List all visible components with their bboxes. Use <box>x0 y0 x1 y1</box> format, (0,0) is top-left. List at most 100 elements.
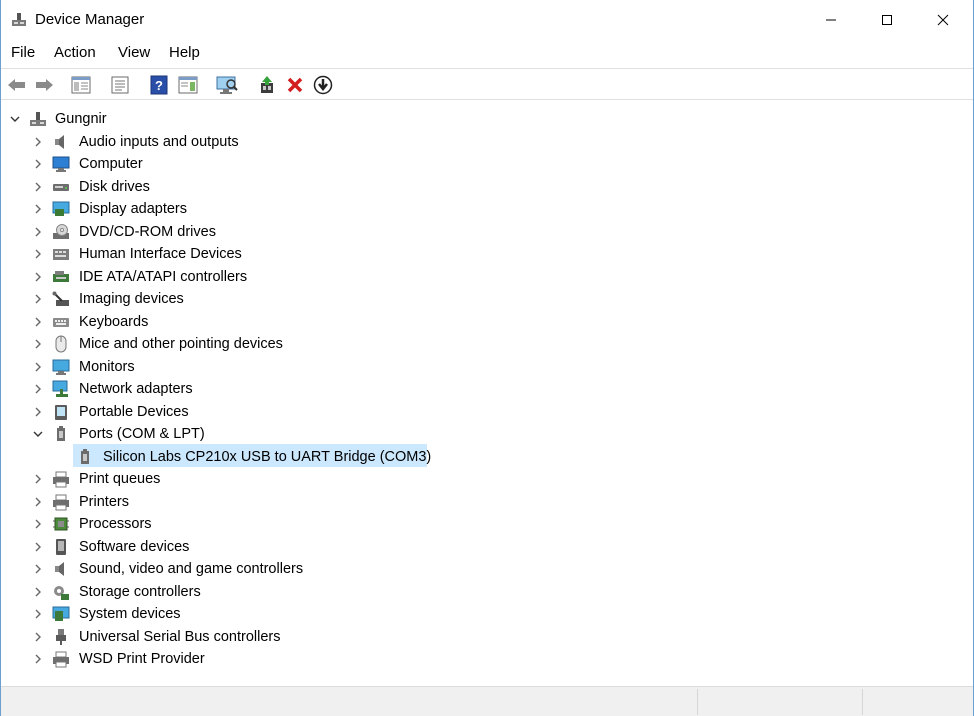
back-arrow-icon <box>8 79 25 91</box>
chevron-down-icon[interactable] <box>9 113 21 125</box>
show-hide-console-tree-icon <box>71 76 91 94</box>
tree-category-node[interactable]: Imaging devices <box>1 288 421 310</box>
computer-tree-icon <box>30 112 46 126</box>
chevron-right-icon[interactable] <box>32 361 44 373</box>
keyboard-icon <box>53 317 69 327</box>
tree-category-node[interactable]: Disk drives <box>1 176 421 198</box>
action-pane-icon <box>178 76 198 94</box>
window-title: Device Manager <box>35 11 145 28</box>
maximize-button[interactable] <box>859 0 915 40</box>
uninstall-device-button[interactable] <box>283 73 307 97</box>
tree-category-node[interactable]: Software devices <box>1 536 421 558</box>
menu-file[interactable]: File <box>11 44 35 61</box>
tree-category-node[interactable]: WSD Print Provider <box>1 648 421 670</box>
chevron-right-icon[interactable] <box>32 158 44 170</box>
chevron-right-icon[interactable] <box>32 563 44 575</box>
tree-category-node[interactable]: DVD/CD-ROM drives <box>1 221 421 243</box>
chevron-right-icon[interactable] <box>32 293 44 305</box>
tree-category-node[interactable]: IDE ATA/ATAPI controllers <box>1 266 421 288</box>
tree-category-label: Monitors <box>79 358 135 375</box>
chevron-right-icon[interactable] <box>32 518 44 530</box>
menu-help[interactable]: Help <box>169 44 200 61</box>
tree-root-node[interactable]: Gungnir <box>1 108 201 130</box>
minimize-button[interactable] <box>803 0 859 40</box>
disk-drive-icon <box>53 183 69 191</box>
chevron-right-icon[interactable] <box>32 338 44 350</box>
tree-category-node[interactable]: Audio inputs and outputs <box>1 131 421 153</box>
tree-category-node[interactable]: Ports (COM & LPT) <box>1 423 421 445</box>
tree-category-node[interactable]: Storage controllers <box>1 581 421 603</box>
tree-category-node[interactable]: Printers <box>1 491 421 513</box>
chevron-right-icon[interactable] <box>32 181 44 193</box>
menu-view[interactable]: View <box>118 44 150 61</box>
chevron-right-icon[interactable] <box>32 226 44 238</box>
toolbar-separator <box>245 74 246 96</box>
close-button[interactable] <box>915 0 971 40</box>
chevron-down-icon[interactable] <box>32 428 44 440</box>
chevron-right-icon[interactable] <box>32 136 44 148</box>
properties-icon <box>111 76 129 94</box>
tree-category-node[interactable]: Portable Devices <box>1 401 421 423</box>
title-bar[interactable]: Device Manager <box>1 0 973 40</box>
show-hide-console-tree-button[interactable] <box>69 73 93 97</box>
chevron-right-icon[interactable] <box>32 653 44 665</box>
tree-category-node[interactable]: Processors <box>1 513 421 535</box>
tree-category-label: DVD/CD-ROM drives <box>79 223 216 240</box>
tree-category-label: Printers <box>79 493 129 510</box>
tree-category-label: Processors <box>79 516 152 532</box>
help-icon: ? <box>150 75 168 95</box>
help-button[interactable]: ? <box>147 73 171 97</box>
tree-device-node[interactable]: Silicon Labs CP210x USB to UART Bridge (… <box>1 446 431 468</box>
tree-category-node[interactable]: Computer <box>1 153 421 175</box>
speaker-icon <box>55 562 64 576</box>
chevron-right-icon[interactable] <box>32 608 44 620</box>
forward-button[interactable] <box>32 73 56 97</box>
tree-category-node[interactable]: Human Interface Devices <box>1 243 421 265</box>
update-driver-button[interactable] <box>255 73 279 97</box>
tree-category-node[interactable]: Monitors <box>1 356 421 378</box>
mouse-icon <box>55 335 67 353</box>
chevron-right-icon[interactable] <box>32 203 44 215</box>
tree-category-node[interactable]: Print queues <box>1 468 421 490</box>
tree-category-node[interactable]: Universal Serial Bus controllers <box>1 626 421 648</box>
back-button[interactable] <box>5 73 29 97</box>
tree-category-label: Imaging devices <box>79 291 184 307</box>
menu-bar: File Action View Help <box>1 40 973 67</box>
tree-category-label: Universal Serial Bus controllers <box>79 628 281 645</box>
tree-category-label: Display adapters <box>79 201 187 217</box>
chevron-right-icon[interactable] <box>32 541 44 553</box>
tree-category-node[interactable]: System devices <box>1 603 421 625</box>
tree-category-node[interactable]: Keyboards <box>1 311 421 333</box>
speaker-icon <box>55 134 64 149</box>
chevron-right-icon[interactable] <box>32 316 44 328</box>
properties-button[interactable] <box>108 73 132 97</box>
scan-hardware-changes-button[interactable] <box>215 73 239 97</box>
chevron-right-icon[interactable] <box>32 383 44 395</box>
chevron-right-icon[interactable] <box>32 271 44 283</box>
status-cell <box>862 689 973 715</box>
chevron-right-icon[interactable] <box>32 473 44 485</box>
chevron-right-icon[interactable] <box>32 248 44 260</box>
disable-device-button[interactable] <box>311 73 335 97</box>
tree-category-label: System devices <box>79 606 181 622</box>
toolbar-separator <box>206 74 207 96</box>
device-manager-window: Device Manager File Action View Help ? G… <box>0 0 974 716</box>
tree-category-node[interactable]: Mice and other pointing devices <box>1 333 421 355</box>
uninstall-device-icon <box>287 77 303 93</box>
forward-arrow-icon <box>36 79 53 91</box>
status-cell <box>697 689 862 715</box>
chevron-right-icon[interactable] <box>32 586 44 598</box>
chevron-right-icon[interactable] <box>32 496 44 508</box>
tree-category-label: Sound, video and game controllers <box>79 561 304 577</box>
status-bar <box>1 686 973 716</box>
tree-category-node[interactable]: Sound, video and game controllers <box>1 558 421 580</box>
tree-category-node[interactable]: Display adapters <box>1 198 421 220</box>
chevron-right-icon[interactable] <box>32 406 44 418</box>
action-pane-button[interactable] <box>176 73 200 97</box>
menu-action[interactable]: Action <box>54 44 96 61</box>
chevron-right-icon[interactable] <box>32 631 44 643</box>
tree-category-node[interactable]: Network adapters <box>1 378 421 400</box>
disable-device-icon <box>313 75 333 95</box>
printer-icon <box>53 471 69 488</box>
device-tree[interactable]: Gungnir Audio inputs and outputs Computer… <box>1 104 973 684</box>
